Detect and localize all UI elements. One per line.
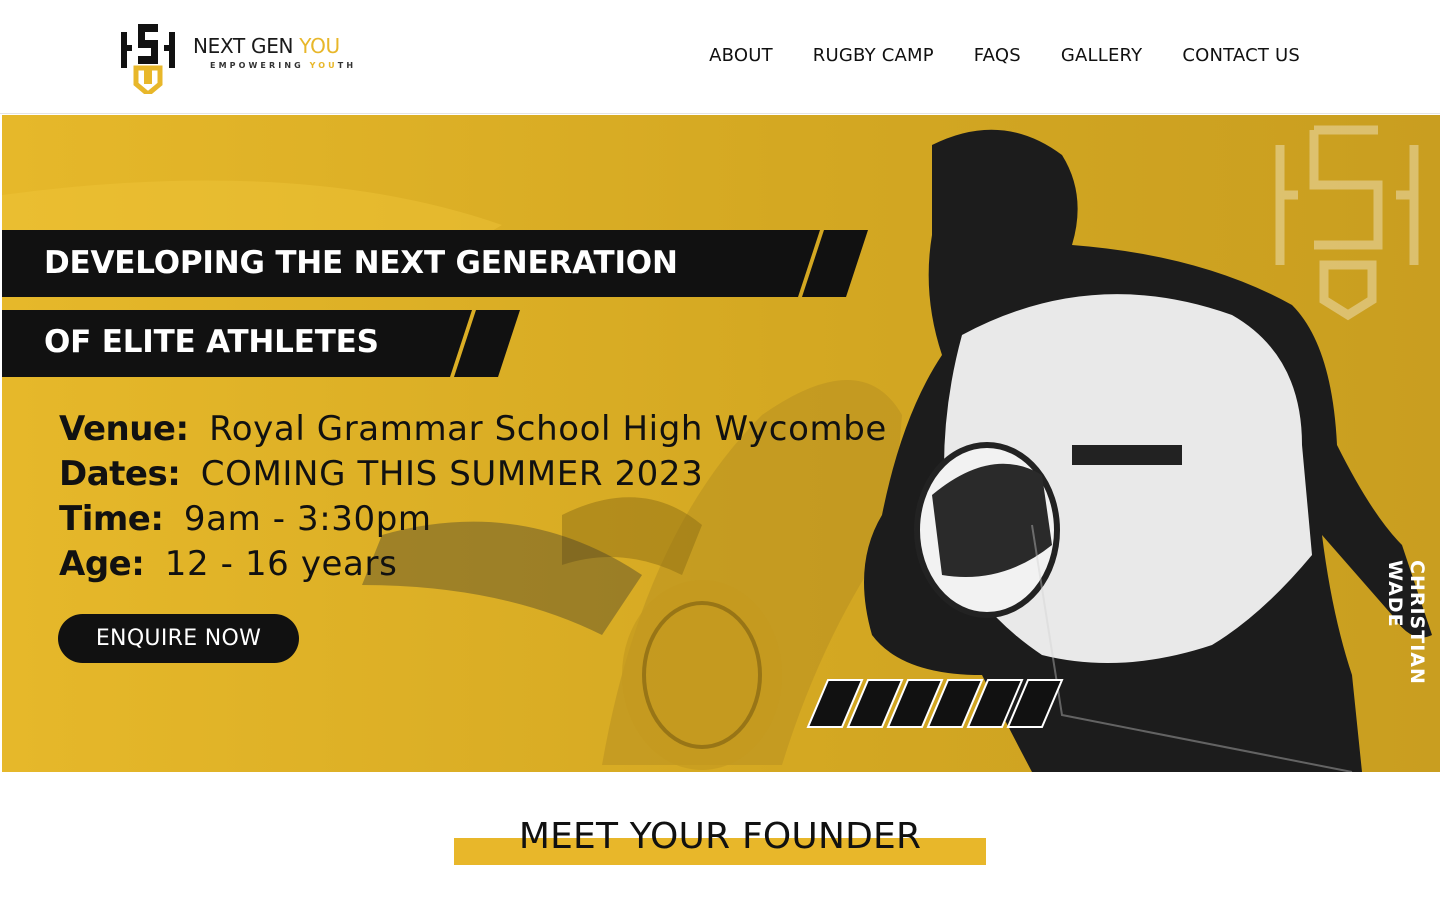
venue-row: Venue: Royal Grammar School High Wycombe	[59, 407, 887, 452]
camp-details: Venue: Royal Grammar School High Wycombe…	[59, 407, 887, 587]
enquire-now-button[interactable]: ENQUIRE NOW	[58, 614, 299, 663]
brand-logo[interactable]: NEXT GEN YOU EMPOWERING YOUTH	[118, 18, 356, 94]
venue-label: Venue:	[59, 409, 189, 449]
hero-banner[interactable]: DEVELOPING THE NEXT GENERATION OF ELITE …	[2, 115, 1440, 772]
age-value: 12 - 16 years	[164, 544, 398, 584]
nav-item-gallery[interactable]: GALLERY	[1061, 45, 1142, 66]
nav-item-faqs[interactable]: FAQS	[974, 45, 1021, 66]
nav-item-about[interactable]: ABOUT	[709, 45, 773, 66]
main-nav: ABOUT RUGBY CAMP FAQS GALLERY CONTACT US	[709, 45, 1300, 66]
logo-mark-icon	[121, 24, 175, 94]
dates-label: Dates:	[59, 454, 181, 494]
site-header: NEXT GEN YOU EMPOWERING YOUTH ABOUT RUGB…	[0, 0, 1440, 114]
time-row: Time: 9am - 3:30pm	[59, 497, 887, 542]
time-value: 9am - 3:30pm	[183, 499, 432, 539]
brand-name: NEXT GEN YOU	[193, 34, 340, 58]
founder-section-heading: MEET YOUR FOUNDER	[454, 816, 986, 866]
brand-tagline: EMPOWERING YOUTH	[210, 61, 357, 70]
time-label: Time:	[59, 499, 164, 539]
age-row: Age: 12 - 16 years	[59, 542, 887, 587]
nav-item-contact-us[interactable]: CONTACT US	[1182, 45, 1300, 66]
venue-value: Royal Grammar School High Wycombe	[209, 409, 887, 449]
athlete-name-vertical: CHRISTIAN WADE	[1384, 560, 1428, 685]
hero-headline-line1: DEVELOPING THE NEXT GENERATION	[44, 245, 678, 281]
nav-item-rugby-camp[interactable]: RUGBY CAMP	[813, 45, 934, 66]
dates-row: Dates: COMING THIS SUMMER 2023	[59, 452, 887, 497]
founder-heading: MEET YOUR FOUNDER	[518, 816, 922, 857]
hero-headline-line2: OF ELITE ATHLETES	[44, 324, 379, 360]
age-label: Age:	[59, 544, 145, 584]
dates-value: COMING THIS SUMMER 2023	[200, 454, 704, 494]
